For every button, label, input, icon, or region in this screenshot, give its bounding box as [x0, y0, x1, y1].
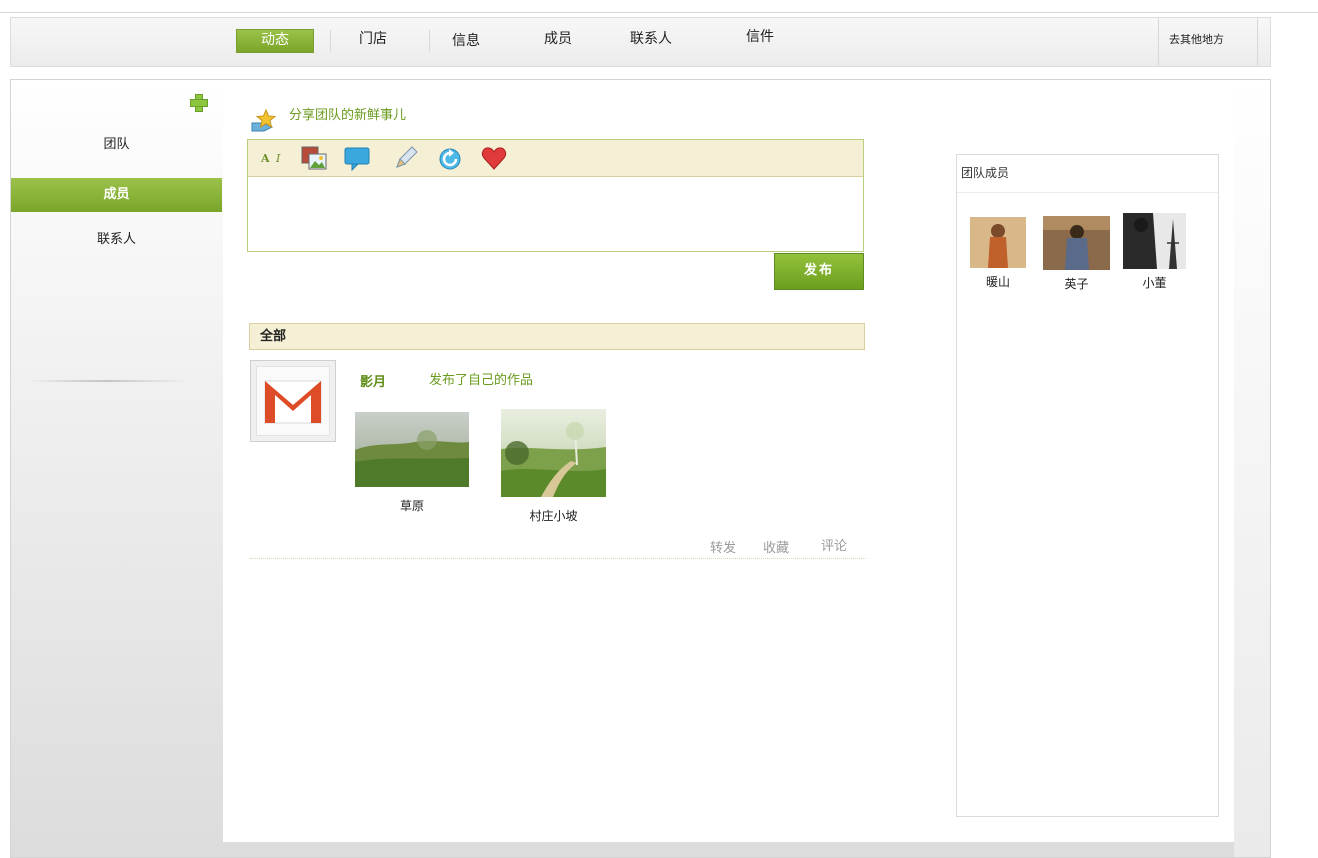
- member-card[interactable]: 英子: [1043, 216, 1110, 292]
- members-panel-title: 团队成员: [957, 155, 1218, 193]
- member-avatar: [1043, 216, 1110, 270]
- work-caption: 草原: [399, 499, 424, 513]
- text-format-icon[interactable]: A I: [260, 150, 288, 166]
- nav-item-store[interactable]: 门店: [358, 28, 388, 52]
- image-icon[interactable]: [301, 145, 327, 171]
- nav-item-mail[interactable]: 信件: [745, 26, 775, 50]
- member-card[interactable]: 暖山: [970, 217, 1026, 290]
- browser-top-strip: [0, 0, 1318, 13]
- gmail-icon: [264, 380, 322, 424]
- member-name: 小董: [1142, 276, 1167, 290]
- publish-button[interactable]: 发布: [774, 253, 864, 290]
- work-item: 草原: [355, 412, 469, 514]
- nav-item-members[interactable]: 成员: [543, 28, 573, 52]
- work-image-village-slope[interactable]: [501, 409, 606, 497]
- sidebar: 团队 成员 联系人: [11, 80, 223, 857]
- feed-filter-all[interactable]: 全部: [249, 323, 865, 350]
- nav-item-contacts[interactable]: 联系人: [629, 28, 673, 52]
- composer-toolbar: A I: [248, 140, 863, 177]
- post-divider: [250, 558, 866, 559]
- members-panel: 团队成员 暖山 英子 小董: [956, 154, 1219, 817]
- composer-textarea[interactable]: [248, 178, 863, 251]
- other-place-link[interactable]: 去其他地方: [1158, 18, 1258, 66]
- sidebar-item-team[interactable]: 团队: [11, 128, 222, 162]
- composer-title: 分享团队的新鲜事儿: [289, 108, 407, 123]
- share-hand-star-icon: [251, 109, 277, 132]
- sidebar-item-members[interactable]: 成员: [11, 178, 222, 212]
- nav-item-info[interactable]: 信息: [451, 30, 481, 54]
- nav-separator: [429, 30, 430, 52]
- main-container: 团队 成员 联系人 分享团队的新鲜事儿 A I 发布 全部 影月 发布了自己的作…: [10, 79, 1271, 858]
- member-avatar: [1123, 213, 1186, 269]
- main-content: 分享团队的新鲜事儿 A I 发布 全部 影月 发布了自己的作品 草原 村庄小坡 …: [223, 80, 1234, 842]
- post-action-text: 发布了自己的作品: [429, 373, 534, 388]
- nav-item-dynamics[interactable]: 动态: [236, 29, 314, 53]
- member-name: 暖山: [985, 275, 1010, 289]
- top-nav: 动态 门店 信息 成员 联系人 信件 去其他地方: [10, 17, 1271, 67]
- svg-text:A: A: [260, 152, 270, 165]
- heart-icon[interactable]: [481, 145, 507, 171]
- favorite-link[interactable]: 收藏: [763, 537, 789, 556]
- sidebar-divider: [25, 380, 187, 382]
- member-name: 英子: [1064, 277, 1089, 291]
- nav-separator: [330, 30, 331, 52]
- work-caption: 村庄小坡: [529, 509, 578, 523]
- speech-bubble-icon[interactable]: [344, 145, 370, 171]
- work-image-grassland[interactable]: [355, 412, 469, 487]
- plus-icon[interactable]: [190, 94, 208, 112]
- pencil-icon[interactable]: [393, 145, 419, 171]
- repost-link[interactable]: 转发: [710, 537, 736, 556]
- svg-text:I: I: [275, 152, 281, 165]
- sidebar-item-contacts[interactable]: 联系人: [11, 223, 222, 257]
- comment-link[interactable]: 评论: [821, 535, 847, 554]
- post-avatar[interactable]: [250, 360, 336, 442]
- member-avatar: [970, 217, 1026, 268]
- refresh-icon[interactable]: [437, 145, 463, 171]
- post-username[interactable]: 影月: [360, 371, 386, 390]
- right-gutter: [1234, 80, 1270, 857]
- work-item: 村庄小坡: [501, 409, 606, 524]
- composer: A I: [247, 139, 864, 252]
- member-card[interactable]: 小董: [1123, 213, 1186, 291]
